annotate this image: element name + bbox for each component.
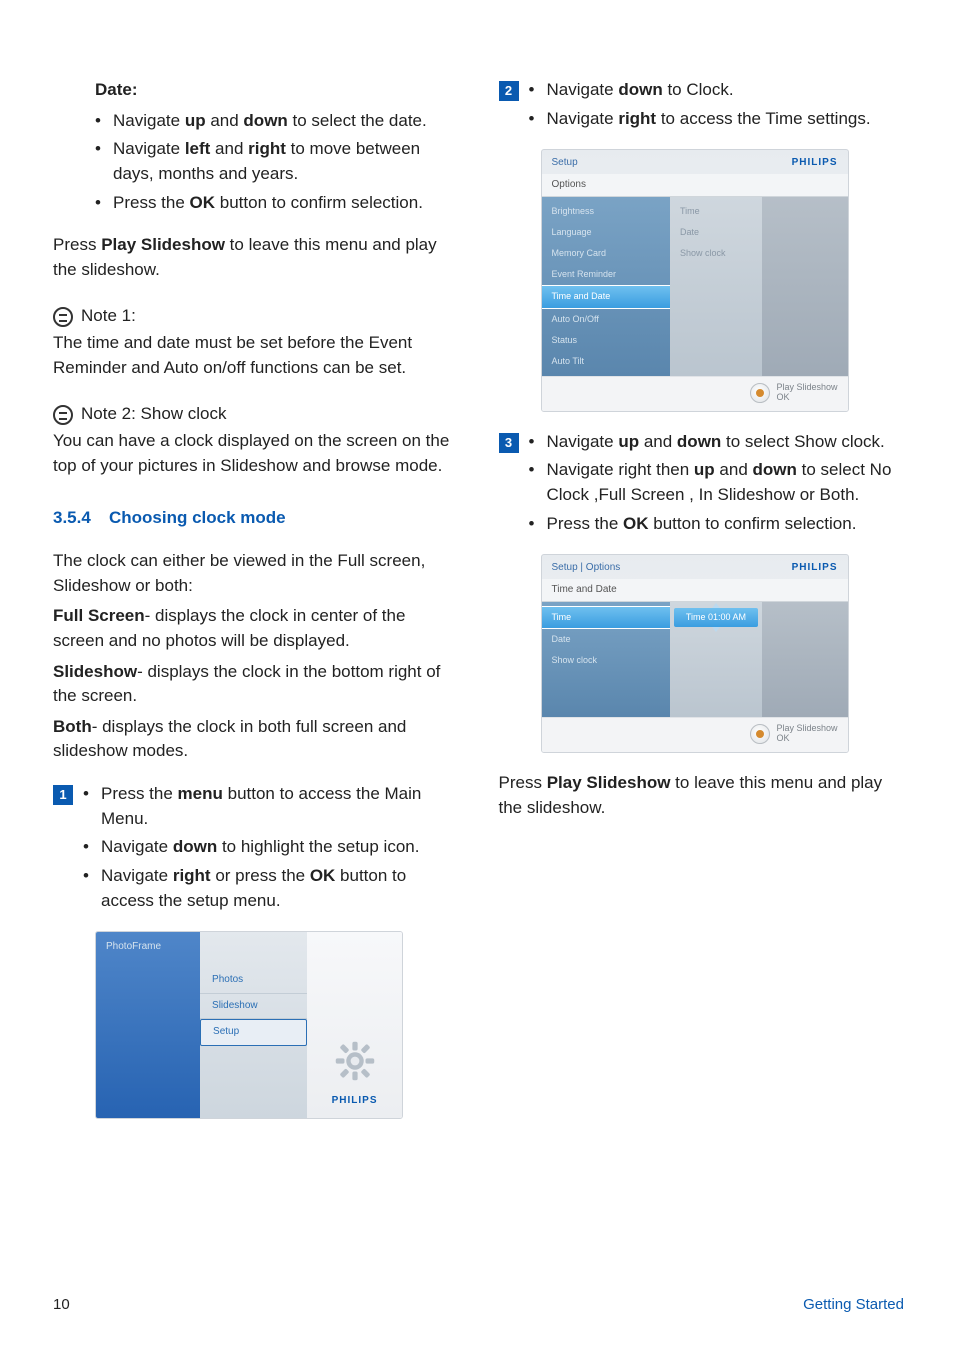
note-icon <box>53 405 73 425</box>
step-2: 2 Navigate down to Clock. Navigate right… <box>499 78 905 139</box>
note-1-header: Note 1: <box>53 304 459 329</box>
step-number-1: 1 <box>53 785 73 805</box>
option-auto-tilt[interactable]: Auto Tilt <box>542 351 671 372</box>
option-auto-onoff[interactable]: Auto On/Off <box>542 309 671 330</box>
option-brightness[interactable]: Brightness <box>542 201 671 222</box>
device-body: Brightness Language Memory Card Event Re… <box>542 197 848 375</box>
page-number: 10 <box>53 1294 70 1316</box>
footer-section-name: Getting Started <box>803 1294 904 1316</box>
step-3-bullet-2: Navigate right then up and down to selec… <box>529 458 905 507</box>
menu-item-photos[interactable]: Photos <box>200 968 307 994</box>
note-2-header: Note 2: Show clock <box>53 402 459 427</box>
step-3-bullet-1: Navigate up and down to select Show cloc… <box>529 430 905 455</box>
brand-logo: PHILIPS <box>332 1094 378 1109</box>
step-1-bullets: Press the menu button to access the Main… <box>83 782 459 913</box>
right-column: 2 Navigate down to Clock. Navigate right… <box>499 78 905 1137</box>
note-1-label: Note 1: <box>81 304 136 329</box>
step-2-bullet-1: Navigate down to Clock. <box>529 78 905 103</box>
subopt-time[interactable]: Time <box>670 201 762 222</box>
date-bullet-1: Navigate up and down to select the date. <box>95 109 459 134</box>
option-language[interactable]: Language <box>542 222 671 243</box>
device-header: Setup | Options PHILIPS <box>542 555 848 579</box>
joystick-icon <box>750 383 770 403</box>
device-title: PhotoFrame <box>106 941 161 952</box>
brand-logo: PHILIPS <box>792 156 838 171</box>
note-icon <box>53 307 73 327</box>
press-play-2: Press Play Slideshow to leave this menu … <box>499 771 905 820</box>
option-date[interactable]: Date <box>542 629 671 650</box>
preview-pane <box>762 602 848 717</box>
date-bullets: Navigate up and down to select the date.… <box>95 109 459 216</box>
device-body: Time Date Show clock Time 01:00 AM <box>542 602 848 717</box>
mode-both: Both- displays the clock in both full sc… <box>53 715 459 764</box>
option-memory-card[interactable]: Memory Card <box>542 243 671 264</box>
device-header: Setup PHILIPS <box>542 150 848 174</box>
date-bullet-3: Press the OK button to confirm selection… <box>95 191 459 216</box>
joystick-icon <box>750 724 770 744</box>
device-screenshot-main-menu: PhotoFrame Photos Slideshow Setup <box>95 931 403 1119</box>
step-3: 3 Navigate up and down to select Show cl… <box>499 430 905 545</box>
step-1-bullet-2: Navigate down to highlight the setup ico… <box>83 835 459 860</box>
note-2-body: You can have a clock displayed on the sc… <box>53 429 459 478</box>
option-event-reminder[interactable]: Event Reminder <box>542 264 671 285</box>
note-1-body: The time and date must be set before the… <box>53 331 459 380</box>
left-column: Date: Navigate up and down to select the… <box>53 78 459 1137</box>
menu-item-setup[interactable]: Setup <box>200 1019 307 1046</box>
step-3-bullets: Navigate up and down to select Show cloc… <box>529 430 905 537</box>
footer-ok: OK <box>776 734 837 744</box>
date-bullet-2: Navigate left and right to move between … <box>95 137 459 186</box>
page-content: Date: Navigate up and down to select the… <box>0 0 954 1137</box>
time-value[interactable]: Time 01:00 AM <box>674 608 758 627</box>
brand-logo: PHILIPS <box>792 561 838 576</box>
clock-intro: The clock can either be viewed in the Fu… <box>53 549 459 598</box>
subopt-show-clock[interactable]: Show clock <box>670 243 762 264</box>
press-play-1: Press Play Slideshow to leave this menu … <box>53 233 459 282</box>
device-preview-pane: PHILIPS <box>307 932 402 1118</box>
device-title-pane: PhotoFrame <box>96 932 200 1118</box>
suboptions-list: Time Date Show clock <box>670 197 762 375</box>
breadcrumb: Setup <box>552 156 578 171</box>
page-footer: 10 Getting Started <box>53 1294 904 1316</box>
footer-ok: OK <box>776 393 837 403</box>
options-list: Time Date Show clock <box>542 602 671 717</box>
device-subheader: Options <box>542 174 848 198</box>
section-title-text: Choosing clock mode <box>109 508 286 527</box>
option-status[interactable]: Status <box>542 330 671 351</box>
value-pane: Time 01:00 AM <box>670 602 762 717</box>
preview-pane <box>762 197 848 375</box>
device-footer: Play Slideshow OK <box>542 376 848 411</box>
mode-full: Full Screen- displays the clock in cente… <box>53 604 459 653</box>
option-show-clock[interactable]: Show clock <box>542 650 671 671</box>
mode-slideshow: Slideshow- displays the clock in the bot… <box>53 660 459 709</box>
breadcrumb: Setup | Options <box>552 561 621 576</box>
menu-item-slideshow[interactable]: Slideshow <box>200 994 307 1020</box>
step-1-bullet-1: Press the menu button to access the Main… <box>83 782 459 831</box>
section-number: 3.5.4 <box>53 506 109 531</box>
step-number-2: 2 <box>499 81 519 101</box>
device-footer: Play Slideshow OK <box>542 717 848 752</box>
option-time-and-date[interactable]: Time and Date <box>542 285 671 308</box>
device-screenshot-options: Setup PHILIPS Options Brightness Languag… <box>541 149 849 411</box>
option-time[interactable]: Time <box>542 606 671 629</box>
step-1-bullet-3: Navigate right or press the OK button to… <box>83 864 459 913</box>
step-number-3: 3 <box>499 433 519 453</box>
section-heading: 3.5.4Choosing clock mode <box>53 506 459 531</box>
options-list: Brightness Language Memory Card Event Re… <box>542 197 671 375</box>
date-heading: Date: <box>95 78 459 103</box>
device-menu-pane: Photos Slideshow Setup <box>200 932 307 1118</box>
date-block: Date: Navigate up and down to select the… <box>95 78 459 215</box>
note-2-label: Note 2: Show clock <box>81 402 227 427</box>
gear-icon <box>334 1040 376 1082</box>
step-2-bullets: Navigate down to Clock. Navigate right t… <box>529 78 905 131</box>
device-screenshot-time: Setup | Options PHILIPS Time and Date Ti… <box>541 554 849 753</box>
subopt-date[interactable]: Date <box>670 222 762 243</box>
device-subheader: Time and Date <box>542 579 848 603</box>
step-1: 1 Press the menu button to access the Ma… <box>53 782 459 921</box>
step-3-bullet-3: Press the OK button to confirm selection… <box>529 512 905 537</box>
step-2-bullet-2: Navigate right to access the Time settin… <box>529 107 905 132</box>
